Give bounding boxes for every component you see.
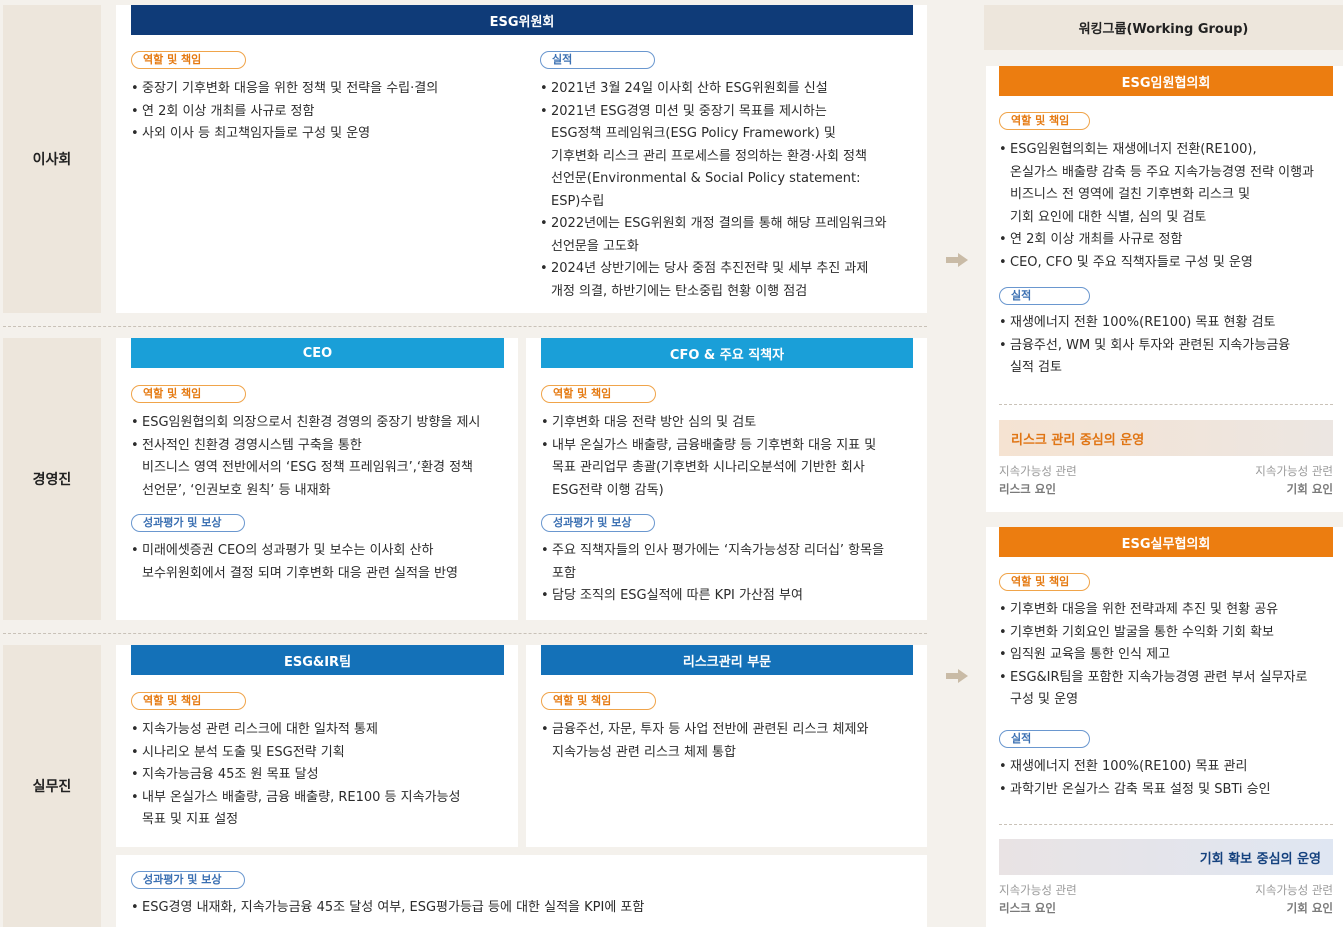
evaluation-pill: 성과평가 및 보상 <box>541 514 655 532</box>
evaluation-pill: 성과평가 및 보상 <box>131 514 245 532</box>
list-item: 미래에셋증권 CEO의 성과평가 및 보수는 이사회 산하 보수위원회에서 결정… <box>131 540 516 585</box>
working-council-header: ESG실무협의회 <box>999 527 1333 557</box>
list-item: 과학기반 온실가스 감축 목표 설정 및 SBTi 승인 <box>999 779 1343 802</box>
ceo-role-list: ESG임원협의회 의장으로서 친환경 경영의 중장기 방향을 제시전사적인 친환… <box>131 412 516 502</box>
working-eval-card: 성과평가 및 보상 ESG경영 내재화, 지속가능금융 45조 달성 여부, E… <box>116 855 927 927</box>
opportunity-factor-label: 지속가능성 관련 기회 요인 <box>1255 464 1333 496</box>
working-council-card: ESG실무협의회 역할 및 책임 기후변화 대응을 위한 전략과제 추진 및 현… <box>986 527 1343 927</box>
risk-factor-label: 지속가능성 관련 리스크 요인 <box>999 464 1077 496</box>
esg-ir-card: ESG&IR팀 역할 및 책임 지속가능성 관련 리스크에 대한 일차적 통제시… <box>116 645 518 847</box>
list-item: 주요 직책자들의 인사 평가에는 ‘지속가능성장 리더십’ 항목을 포함 <box>541 540 921 585</box>
role-pill: 역할 및 책임 <box>131 385 246 403</box>
opportunity-factor-label: 지속가능성 관련 기회 요인 <box>1255 883 1333 915</box>
list-item: 기후변화 대응을 위한 전략과제 추진 및 현황 공유 <box>999 599 1343 622</box>
arrow-right-icon <box>946 253 968 267</box>
list-item: 중장기 기후변화 대응을 위한 정책 및 전략을 수립·결의 <box>131 78 521 101</box>
evaluation-pill: 성과평가 및 보상 <box>131 871 245 889</box>
board-card: ESG위원회 역할 및 책임 중장기 기후변화 대응을 위한 정책 및 전략을 … <box>116 5 927 313</box>
list-item: 시나리오 분석 도출 및 ESG전략 기획 <box>131 742 516 765</box>
performance-pill: 실적 <box>999 287 1090 305</box>
risk-factor-label: 지속가능성 관련 리스크 요인 <box>999 883 1077 915</box>
list-item: 내부 온실가스 배출량, 금융 배출량, RE100 등 지속가능성 목표 및 … <box>131 787 516 832</box>
row-label-working: 실무진 <box>3 645 101 927</box>
role-pill: 역할 및 책임 <box>541 385 656 403</box>
role-pill: 역할 및 책임 <box>999 573 1090 591</box>
risk-header: 리스크관리 부문 <box>541 645 913 675</box>
risk-card: 리스크관리 부문 역할 및 책임 금융주선, 자문, 투자 등 사업 전반에 관… <box>526 645 927 847</box>
list-item: 기후변화 대응 전략 방안 심의 및 검토 <box>541 412 921 435</box>
esg-committee-header: ESG위원회 <box>131 5 913 35</box>
cfo-card: CFO & 주요 직책자 역할 및 책임 기후변화 대응 전략 방안 심의 및 … <box>526 338 927 620</box>
row-label-board: 이사회 <box>3 5 101 313</box>
governance-page: 이사회 경영진 실무진 ESG위원회 역할 및 책임 중장기 기후변화 대응을 … <box>0 0 1343 927</box>
risk-focus-banner: 리스크 관리 중심의 운영 <box>999 420 1333 456</box>
board-performance-list: 2021년 3월 24일 이사회 산하 ESG위원회를 신설2021년 ESG경… <box>540 78 920 303</box>
cfo-evaluation-list: 주요 직책자들의 인사 평가에는 ‘지속가능성장 리더십’ 항목을 포함담당 조… <box>541 540 921 608</box>
list-item: 금융주선, 자문, 투자 등 사업 전반에 관련된 리스크 체제와 지속가능성 … <box>541 719 921 764</box>
divider <box>999 824 1333 825</box>
exec-role-list: ESG임원협의회는 재생에너지 전환(RE100), 온실가스 배출량 감축 등… <box>999 139 1343 274</box>
arrow-right-icon <box>946 669 968 683</box>
row-divider <box>3 326 927 327</box>
exec-performance-list: 재생에너지 전환 100%(RE100) 목표 현황 검토금융주선, WM 및 … <box>999 312 1343 380</box>
list-item: 2021년 ESG경영 미션 및 중장기 목표를 제시하는 ESG정책 프레임워… <box>540 101 920 214</box>
ceo-card: CEO 역할 및 책임 ESG임원협의회 의장으로서 친환경 경영의 중장기 방… <box>116 338 518 620</box>
list-item: 금융주선, WM 및 회사 투자와 관련된 지속가능금융 실적 검토 <box>999 335 1343 380</box>
working-performance-list: 재생에너지 전환 100%(RE100) 목표 관리과학기반 온실가스 감축 목… <box>999 756 1343 801</box>
row-label-management: 경영진 <box>3 338 101 620</box>
risk-role-list: 금융주선, 자문, 투자 등 사업 전반에 관련된 리스크 체제와 지속가능성 … <box>541 719 921 764</box>
esg-ir-role-list: 지속가능성 관련 리스크에 대한 일차적 통제시나리오 분석 도출 및 ESG전… <box>131 719 516 832</box>
working-group-header: 워킹그룹(Working Group) <box>984 5 1343 50</box>
divider <box>999 404 1333 405</box>
exec-council-header: ESG임원협의회 <box>999 66 1333 96</box>
working-role-list: 기후변화 대응을 위한 전략과제 추진 및 현황 공유기후변화 기회요인 발굴을… <box>999 599 1343 712</box>
list-item: 재생에너지 전환 100%(RE100) 목표 관리 <box>999 756 1343 779</box>
list-item: 재생에너지 전환 100%(RE100) 목표 현황 검토 <box>999 312 1343 335</box>
working-evaluation-list: ESG경영 내재화, 지속가능금융 45조 달성 여부, ESG평가등급 등에 … <box>131 897 911 920</box>
list-item: ESG임원협의회는 재생에너지 전환(RE100), 온실가스 배출량 감축 등… <box>999 139 1343 229</box>
list-item: ESG임원협의회 의장으로서 친환경 경영의 중장기 방향을 제시 <box>131 412 516 435</box>
list-item: 사외 이사 등 최고책임자들로 구성 및 운영 <box>131 123 521 146</box>
ceo-header: CEO <box>131 338 504 368</box>
role-pill: 역할 및 책임 <box>131 692 246 710</box>
cfo-role-list: 기후변화 대응 전략 방안 심의 및 검토내부 온실가스 배출량, 금융배출량 … <box>541 412 921 502</box>
role-pill: 역할 및 책임 <box>131 51 246 69</box>
list-item: ESG&IR팀을 포함한 지속가능경영 관련 부서 실무자로 구성 및 운영 <box>999 667 1343 712</box>
exec-council-card: ESG임원협의회 역할 및 책임 ESG임원협의회는 재생에너지 전환(RE10… <box>986 66 1343 512</box>
row-divider <box>3 633 927 634</box>
list-item: 임직원 교육을 통한 인식 제고 <box>999 644 1343 667</box>
opportunity-focus-banner: 기회 확보 중심의 운영 <box>999 839 1333 875</box>
list-item: 연 2회 이상 개최를 사규로 정함 <box>999 229 1343 252</box>
list-item: 2024년 상반기에는 당사 중점 추진전략 및 세부 추진 과제 개정 의결,… <box>540 258 920 303</box>
list-item: 지속가능성 관련 리스크에 대한 일차적 통제 <box>131 719 516 742</box>
role-pill: 역할 및 책임 <box>999 112 1090 130</box>
list-item: 연 2회 이상 개최를 사규로 정함 <box>131 101 521 124</box>
list-item: 전사적인 친환경 경영시스템 구축을 통한 비즈니스 영역 전반에서의 ‘ESG… <box>131 435 516 503</box>
list-item: 지속가능금융 45조 원 목표 달성 <box>131 764 516 787</box>
cfo-header: CFO & 주요 직책자 <box>541 338 913 368</box>
list-item: 2021년 3월 24일 이사회 산하 ESG위원회를 신설 <box>540 78 920 101</box>
ceo-evaluation-list: 미래에셋증권 CEO의 성과평가 및 보수는 이사회 산하 보수위원회에서 결정… <box>131 540 516 585</box>
board-role-list: 중장기 기후변화 대응을 위한 정책 및 전략을 수립·결의연 2회 이상 개최… <box>131 78 521 146</box>
performance-pill: 실적 <box>540 51 655 69</box>
list-item: 내부 온실가스 배출량, 금융배출량 등 기후변화 대응 지표 및 목표 관리업… <box>541 435 921 503</box>
list-item: 2022년에는 ESG위원회 개정 결의를 통해 해당 프레임워크와 선언문을 … <box>540 213 920 258</box>
role-pill: 역할 및 책임 <box>541 692 656 710</box>
list-item: ESG경영 내재화, 지속가능금융 45조 달성 여부, ESG평가등급 등에 … <box>131 897 911 920</box>
list-item: 담당 조직의 ESG실적에 따른 KPI 가산점 부여 <box>541 585 921 608</box>
list-item: CEO, CFO 및 주요 직책자들로 구성 및 운영 <box>999 252 1343 275</box>
list-item: 기후변화 기회요인 발굴을 통한 수익화 기회 확보 <box>999 622 1343 645</box>
esg-ir-header: ESG&IR팀 <box>131 645 504 675</box>
performance-pill: 실적 <box>999 730 1090 748</box>
